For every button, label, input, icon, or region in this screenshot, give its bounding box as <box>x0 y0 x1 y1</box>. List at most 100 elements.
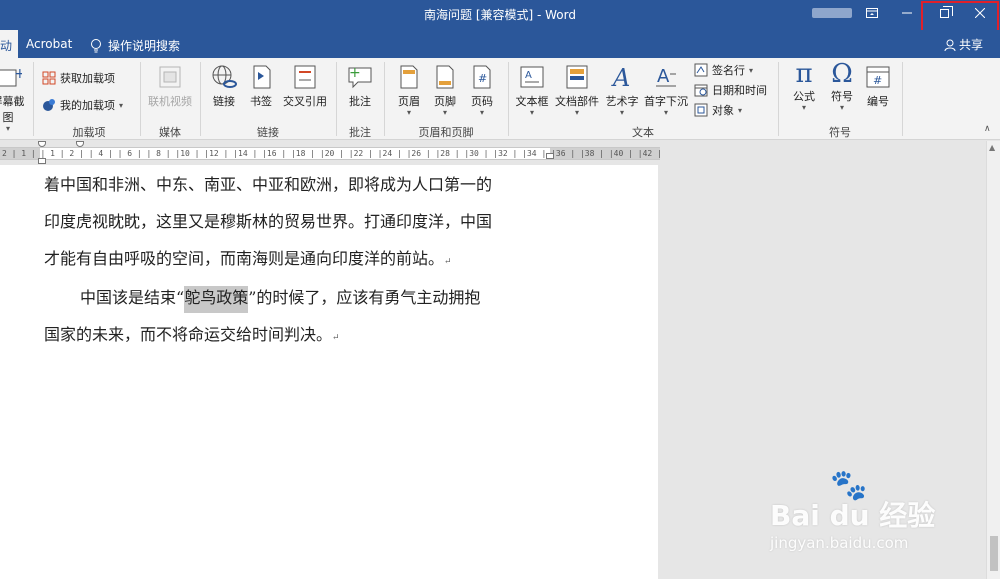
comment-icon: + <box>348 65 372 89</box>
link-button[interactable]: 链接 <box>206 64 242 109</box>
svg-text:+: + <box>349 65 361 81</box>
object-label: 对象 <box>712 104 734 117</box>
lightbulb-icon <box>91 38 101 52</box>
baidu-jingyan-watermark: 🐾 Bai du 经验 jingyan.baidu.com <box>770 468 970 558</box>
store-icon <box>42 71 56 85</box>
my-addins-label: 我的加载项 <box>60 99 115 112</box>
symbols-group-label: 符号 <box>829 126 851 139</box>
header-button[interactable]: 页眉 ▾ <box>392 64 426 117</box>
comments-group-label: 批注 <box>349 126 371 139</box>
share-label: 共享 <box>959 38 984 52</box>
my-addins-button[interactable]: 我的加载项 ▾ <box>42 97 123 113</box>
chevron-up-icon: ∧ <box>984 124 991 134</box>
page-number-button[interactable]: # 页码 ▾ <box>464 64 500 117</box>
number-icon: # <box>866 66 890 88</box>
text-line-2: 印度虎视眈眈，这里又是穆斯林的贸易世界。打通印度洋，中国 <box>44 208 492 232</box>
header-icon <box>400 65 418 89</box>
media-group-label: 媒体 <box>159 126 181 139</box>
quick-parts-icon <box>566 65 588 89</box>
number-button[interactable]: # 编号 <box>862 64 894 109</box>
signature-line-button[interactable]: 签名行 ▾ <box>694 62 753 78</box>
calendar-icon <box>694 84 708 97</box>
page-number-icon: # <box>473 65 491 89</box>
wordart-icon: A <box>611 64 630 90</box>
ruler-scale: 2 | 1 | | 1 | 2 | | 4 | | 6 | | 8 | |10 … <box>0 147 660 160</box>
svg-text:#: # <box>873 74 882 87</box>
online-video-label: 联机视频 <box>148 95 192 108</box>
bookmark-icon <box>253 65 271 89</box>
header-label: 页眉 <box>398 95 420 108</box>
signature-label: 签名行 <box>712 64 745 77</box>
ribbon-display-options-button[interactable] <box>855 0 889 26</box>
symbol-button[interactable]: Ω 符号 ▾ <box>824 60 860 112</box>
link-label: 链接 <box>213 95 235 108</box>
svg-text:+: + <box>14 66 22 82</box>
symbol-label: 符号 <box>831 90 853 103</box>
watermark-url: jingyan.baidu.com <box>770 534 909 552</box>
equation-button[interactable]: π 公式 ▾ <box>786 60 822 112</box>
date-time-button[interactable]: 日期和时间 <box>694 82 767 98</box>
document-page[interactable]: 着中国和非洲、中东、南亚、中亚和欧洲，即将成为人口第一的 印度虎视眈眈，这里又是… <box>0 165 658 579</box>
line-4-after: ”的时候了，应该有勇气主动拥抱 <box>248 288 481 307</box>
paragraph-mark: ↵ <box>332 333 340 343</box>
vertical-scrollbar[interactable]: ▲ <box>986 141 1000 579</box>
wordart-label: 艺术字 <box>605 95 639 108</box>
minimize-button[interactable] <box>890 0 924 26</box>
links-group-label: 链接 <box>257 126 279 139</box>
screenshot-icon: + <box>0 66 22 87</box>
line-3-text: 才能有自由呼吸的空间，而南海则是通向印度洋的前站。 <box>44 249 445 268</box>
collapse-ribbon-button[interactable]: ∧ <box>984 124 991 134</box>
ribbon-tab-row: 动 Acrobat 操作说明搜索 共享 <box>0 30 1000 58</box>
object-icon <box>694 103 708 117</box>
screenshot-button[interactable]: + 屏幕截图 ▾ <box>0 64 28 133</box>
pi-icon: π <box>795 59 813 89</box>
cross-reference-label: 交叉引用 <box>283 95 327 108</box>
bookmark-button[interactable]: 书签 <box>244 64 278 109</box>
get-addins-label: 获取加载项 <box>60 72 115 85</box>
text-line-4: 中国该是结束“鸵鸟政策”的时候了，应该有勇气主动拥抱 <box>80 284 481 313</box>
ruler-ticks: 2 | 1 | | 1 | 2 | | 4 | | 6 | | 8 | |10 … <box>2 149 660 158</box>
scroll-up-icon[interactable]: ▲ <box>989 143 995 152</box>
page-number-label: 页码 <box>471 95 493 108</box>
svg-text:A: A <box>525 70 532 81</box>
addins-group-label: 加载项 <box>72 126 106 139</box>
textbox-button[interactable]: A 文本框 ▾ <box>512 64 552 117</box>
textbox-label: 文本框 <box>515 95 549 108</box>
comment-label: 批注 <box>349 95 371 108</box>
share-button[interactable]: 共享 <box>944 36 983 53</box>
get-addins-button[interactable]: 获取加载项 <box>42 70 115 86</box>
object-button[interactable]: 对象 ▾ <box>694 102 742 118</box>
signature-icon <box>694 63 708 77</box>
dropcap-label: 首字下沉 <box>644 95 688 108</box>
cross-reference-button[interactable]: 交叉引用 <box>280 64 330 109</box>
omega-icon: Ω <box>831 59 853 89</box>
right-indent-marker[interactable] <box>546 153 554 159</box>
tab-acrobat[interactable]: Acrobat <box>26 37 72 51</box>
svg-text:A: A <box>657 66 670 87</box>
ribbon: + 屏幕截图 ▾ 获取加载项 我的加载项 ▾ 加载项 联机视频 媒体 链接 书签… <box>0 58 1000 140</box>
globe-link-icon <box>212 65 237 88</box>
scroll-thumb[interactable] <box>990 536 998 571</box>
dropcap-button[interactable]: A 首字下沉 ▾ <box>642 64 690 117</box>
text-line-3: 才能有自由呼吸的空间，而南海则是通向印度洋的前站。↵ <box>44 245 452 269</box>
tell-me-search[interactable]: 操作说明搜索 <box>90 37 180 54</box>
textbox-icon: A <box>520 66 544 88</box>
cross-reference-icon <box>294 65 316 89</box>
number-label: 编号 <box>867 95 889 108</box>
ribbon-display-icon <box>866 8 878 18</box>
wordart-button[interactable]: A 艺术字 ▾ <box>603 64 641 117</box>
account-name[interactable] <box>812 8 852 18</box>
text-line-5: 国家的未来，而不将命运交给时间判决。↵ <box>44 321 340 345</box>
footer-button[interactable]: 页脚 ▾ <box>428 64 462 117</box>
new-comment-button[interactable]: + 批注 <box>342 64 378 109</box>
selected-text[interactable]: 鸵鸟政策 <box>184 286 249 313</box>
person-icon <box>944 39 956 51</box>
left-indent-marker[interactable] <box>38 158 46 164</box>
film-icon <box>159 66 181 88</box>
tell-me-label: 操作说明搜索 <box>108 39 181 53</box>
quick-parts-button[interactable]: 文档部件 ▾ <box>553 64 601 117</box>
horizontal-ruler[interactable]: 2 | 1 | | 1 | 2 | | 4 | | 6 | | 8 | |10 … <box>0 141 660 165</box>
tab-insert-partial[interactable]: 动 <box>0 30 18 58</box>
online-video-button[interactable]: 联机视频 <box>144 64 196 109</box>
footer-label: 页脚 <box>434 95 456 108</box>
